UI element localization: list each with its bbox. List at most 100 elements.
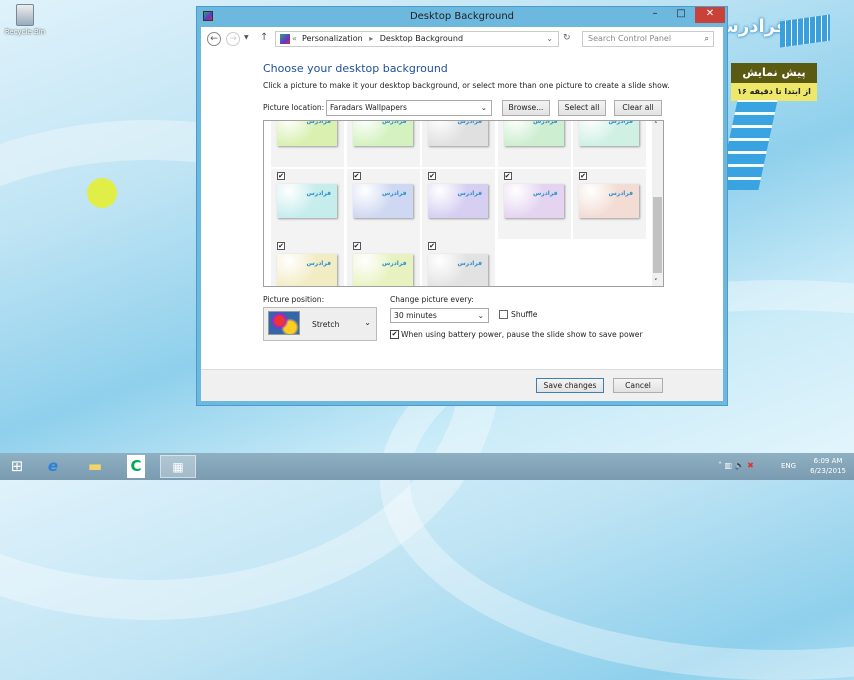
chevron-down-icon: ⌄ (364, 318, 371, 327)
thumbnail-watermark: فرادرس (457, 190, 482, 197)
wallpaper-tile[interactable]: ✔ فرادرس (422, 169, 496, 239)
desktop-background-window: Desktop Background – □ ✕ ← → ▼ ↑ « Perso… (196, 6, 728, 406)
picture-location-label: Picture location: (263, 103, 325, 112)
network-icon[interactable]: ▥ (725, 461, 733, 470)
address-bar[interactable]: « Personalization ▸ Desktop Background ⌄ (275, 31, 559, 47)
thumbnail-watermark: فرادرس (532, 190, 558, 197)
taskbar: ⊞ e ▬ C ▦ ˄ ▥ 🔈 ✖ ENG 6:09 AM 6/23/2015 (0, 453, 854, 480)
tile-checkbox[interactable]: ✔ (503, 172, 512, 180)
scrollbar-thumb[interactable] (653, 197, 662, 273)
back-button[interactable]: ← (207, 32, 221, 46)
picture-position-label: Picture position: (263, 295, 325, 304)
wallpaper-tile[interactable]: ✔ فرادرس (422, 239, 496, 286)
camtasia-icon[interactable]: C (127, 455, 145, 478)
interval-select[interactable]: 30 minutes ⌄ (390, 308, 489, 323)
picture-position-value: Stretch (312, 320, 340, 329)
show-hidden-icon[interactable]: ˄ (718, 461, 722, 470)
thumbnail-watermark: فرادرس (381, 260, 407, 267)
clock-time: 6:09 AM (813, 457, 843, 465)
volume-icon[interactable]: 🔈 (735, 461, 745, 470)
window-client: ← → ▼ ↑ « Personalization ▸ Desktop Back… (201, 27, 723, 401)
wallpaper-tile[interactable]: ✔ فرادرس (271, 239, 345, 286)
thumbnail-watermark: فرادرس (457, 120, 482, 125)
wallpaper-tile[interactable]: فرادرس (497, 120, 572, 167)
picture-position-select[interactable]: Stretch ⌄ (263, 307, 377, 341)
wallpaper-thumbnail: فرادرس (579, 184, 639, 218)
start-button[interactable]: ⊞ (2, 455, 32, 478)
wallpaper-thumbnail: فرادرس (503, 120, 564, 146)
control-panel-icon (280, 34, 290, 44)
thumbnail-watermark: فرادرس (608, 190, 633, 197)
change-picture-label: Change picture every: (390, 295, 474, 304)
tile-checkbox[interactable]: ✔ (352, 242, 361, 250)
crumb-overflow[interactable]: « (292, 32, 297, 46)
address-dropdown-icon[interactable]: ⌄ (546, 32, 553, 46)
wallpaper-tile[interactable]: ✔ فرادرس (346, 169, 421, 239)
internet-explorer-icon[interactable]: e (38, 455, 68, 478)
clock-date: 6/23/2015 (810, 467, 846, 475)
wallpaper-tile[interactable]: فرادرس (271, 120, 345, 167)
tile-checkbox[interactable]: ✔ (579, 172, 587, 180)
maximize-button[interactable]: □ (669, 7, 693, 23)
up-button[interactable]: ↑ (260, 32, 268, 43)
chevron-down-icon: ⌄ (480, 103, 487, 112)
cancel-button[interactable]: Cancel (613, 378, 663, 393)
save-changes-button[interactable]: Save changes (536, 378, 604, 393)
recycle-bin[interactable]: Recycle Bin (4, 4, 46, 36)
battery-checkbox[interactable]: ✔ (390, 330, 399, 339)
close-button[interactable]: ✕ (695, 7, 725, 23)
tile-checkbox[interactable]: ✔ (352, 172, 361, 180)
wallpaper-tile[interactable]: فرادرس (573, 121, 647, 167)
language-indicator[interactable]: ENG (781, 462, 796, 470)
page-heading: Choose your desktop background (263, 62, 448, 75)
wallpaper-tile[interactable]: ✔ فرادرس (346, 239, 421, 286)
wallpaper-thumbnail: فرادرس (428, 254, 488, 286)
wallpaper-tile[interactable]: فرادرس (346, 120, 421, 167)
tile-checkbox[interactable]: ✔ (277, 242, 285, 250)
crumb-separator: ▸ (369, 34, 374, 43)
interval-value: 30 minutes (394, 311, 437, 320)
picture-location-select[interactable]: Faradars Wallpapers ⌄ (326, 100, 492, 116)
select-all-button[interactable]: Select all (558, 100, 606, 116)
wallpaper-tile[interactable]: فرادرس (422, 120, 496, 167)
refresh-icon[interactable]: ↻ (563, 33, 571, 43)
shuffle-checkbox[interactable] (499, 310, 508, 319)
wallpaper-thumbnail: فرادرس (579, 121, 639, 146)
search-placeholder: Search Control Panel (588, 34, 672, 43)
wallpaper-thumbnail: فرادرس (352, 254, 413, 286)
crumb-personalization[interactable]: Personalization (302, 34, 363, 43)
thumbnail-watermark: فرادرس (306, 190, 331, 197)
wallpaper-thumbnail: فرادرس (428, 184, 488, 218)
crumb-desktop-background[interactable]: Desktop Background (380, 34, 463, 43)
thumbnail-watermark: فرادرس (306, 120, 331, 125)
search-input[interactable]: Search Control Panel ⌕ (582, 31, 714, 47)
wallpaper-tile[interactable]: ✔ فرادرس (271, 169, 345, 239)
thumbnail-watermark: فرادرس (532, 120, 558, 125)
wallpaper-thumbnail: فرادرس (277, 254, 337, 286)
tray-icons[interactable]: ˄ ▥ 🔈 ✖ (718, 461, 754, 470)
tile-checkbox[interactable]: ✔ (277, 172, 285, 180)
scroll-up-icon[interactable]: ˄ (654, 121, 658, 129)
minimize-button[interactable]: – (643, 7, 667, 23)
tile-checkbox[interactable]: ✔ (428, 172, 436, 180)
tile-checkbox[interactable]: ✔ (428, 242, 436, 250)
scroll-down-icon[interactable]: ˅ (654, 278, 658, 286)
thumbnail-watermark: فرادرس (381, 190, 407, 197)
power-icon[interactable]: ✖ (747, 461, 754, 470)
clock[interactable]: 6:09 AM 6/23/2015 (810, 456, 846, 476)
book-logo-icon (780, 14, 830, 48)
thumbnail-watermark: فرادرس (381, 120, 407, 125)
clear-all-button[interactable]: Clear all (614, 100, 662, 116)
chevron-down-icon: ⌄ (477, 311, 484, 320)
wallpaper-tile[interactable]: ✔ فرادرس (573, 169, 647, 239)
wallpaper-grid: فرادرس فرادرس فرادرس فرادرس فرادرس ✔ فرادرس ✔ فر… (263, 120, 664, 287)
browse-button[interactable]: Browse... (502, 100, 550, 116)
wallpaper-tile[interactable]: ✔ فرادرس (497, 169, 572, 239)
wallpaper-thumbnail: فرادرس (428, 120, 488, 146)
personalization-icon (203, 11, 213, 21)
recent-dropdown-icon[interactable]: ▼ (244, 34, 249, 41)
file-explorer-icon[interactable]: ▬ (80, 455, 110, 478)
title-bar[interactable]: Desktop Background – □ ✕ (197, 7, 727, 27)
forward-button[interactable]: → (226, 32, 240, 46)
control-panel-taskbar-icon[interactable]: ▦ (160, 455, 196, 478)
